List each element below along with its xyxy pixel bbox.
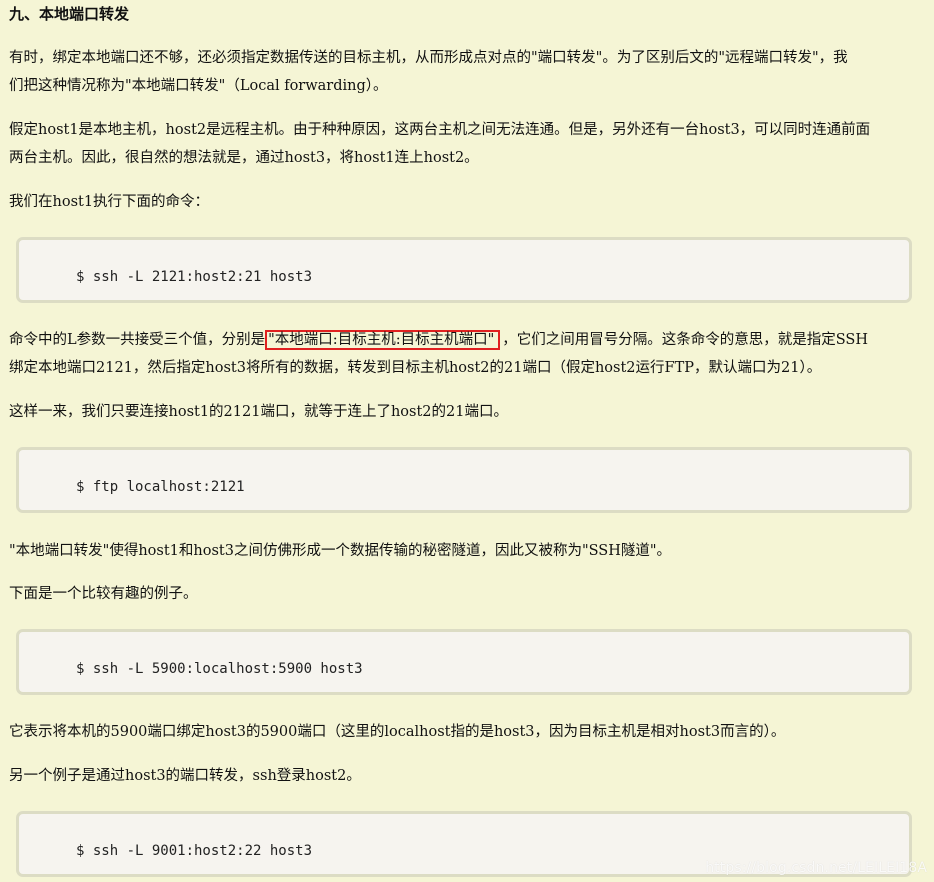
paragraph-text: 命令中的L参数一共接受三个值，分别是: [9, 332, 266, 348]
paragraph-another-example: 另一个例子是通过host3的端口转发，ssh登录host2。: [9, 762, 934, 790]
paragraph-localhost-note: 它表示将本机的5900端口绑定host3的5900端口（这里的localhost…: [9, 718, 934, 746]
paragraph-line: 假定host1是本地主机，host2是远程主机。由于种种原因，这两台主机之间无法…: [9, 122, 871, 138]
paragraph-line: 命令中的L参数一共接受三个值，分别是 "本地端口:目标主机:目标主机端口" ，它们之…: [9, 326, 934, 354]
paragraph-text: ，它们之间用冒号分隔。这条命令的意思，就是指定SSH: [502, 332, 869, 348]
paragraph-line: 我们在host1执行下面的命令：: [9, 194, 210, 210]
paragraph-line: 有时，绑定本地端口还不够，还必须指定数据传送的目标主机，从而形成点对点的"端口转…: [9, 50, 848, 66]
paragraph-result: 这样一来，我们只要连接host1的2121端口，就等于连上了host2的21端口…: [9, 398, 934, 426]
paragraph-line: 另一个例子是通过host3的端口转发，ssh登录host2。: [9, 768, 361, 784]
paragraph-assumption: 假定host1是本地主机，host2是远程主机。由于种种原因，这两台主机之间无法…: [9, 116, 934, 172]
paragraph-line: 下面是一个比较有趣的例子。: [9, 586, 198, 602]
paragraph-line: 这样一来，我们只要连接host1的2121端口，就等于连上了host2的21端口…: [9, 404, 508, 420]
paragraph-line: "本地端口转发"使得host1和host3之间仿佛形成一个数据传输的秘密隧道，因…: [9, 543, 672, 559]
section-title: 九、本地端口转发: [9, 5, 130, 23]
code-block: $ ftp localhost:2121: [16, 447, 912, 513]
code-line: $ ssh -L 9001:host2:22 host3: [76, 843, 313, 859]
paragraph-line: 绑定本地端口2121，然后指定host3将所有的数据，转发到目标主机host2的…: [9, 360, 822, 376]
highlighted-phrase: "本地端口:目标主机:目标主机端口": [265, 330, 501, 350]
code-line: $ ftp localhost:2121: [76, 479, 245, 495]
code-block: $ ssh -L 5900:localhost:5900 host3: [16, 629, 912, 695]
code-block: $ ssh -L 2121:host2:21 host3: [16, 237, 912, 303]
code-line: $ ssh -L 2121:host2:21 host3: [76, 269, 313, 285]
code-line: $ ssh -L 5900:localhost:5900 host3: [76, 661, 363, 677]
paragraph-line: 它表示将本机的5900端口绑定host3的5900端口（这里的localhost…: [9, 724, 786, 740]
paragraph-example-intro: 下面是一个比较有趣的例子。: [9, 580, 934, 608]
paragraph-run-command: 我们在host1执行下面的命令：: [9, 188, 934, 216]
watermark: https://blog.csdn.net/LEILEI18A: [705, 860, 927, 876]
paragraph-line: 两台主机。因此，很自然的想法就是，通过host3，将host1连上host2。: [9, 150, 479, 166]
paragraph-line: 们把这种情况称为"本地端口转发"（Local forwarding）。: [9, 78, 388, 94]
paragraph-explanation: 命令中的L参数一共接受三个值，分别是 "本地端口:目标主机:目标主机端口" ，它们之…: [9, 326, 934, 382]
paragraph-intro: 有时，绑定本地端口还不够，还必须指定数据传送的目标主机，从而形成点对点的"端口转…: [9, 44, 934, 100]
paragraph-tunnel: "本地端口转发"使得host1和host3之间仿佛形成一个数据传输的秘密隧道，因…: [9, 537, 934, 565]
article-page: 九、本地端口转发 有时，绑定本地端口还不够，还必须指定数据传送的目标主机，从而形…: [0, 0, 934, 882]
